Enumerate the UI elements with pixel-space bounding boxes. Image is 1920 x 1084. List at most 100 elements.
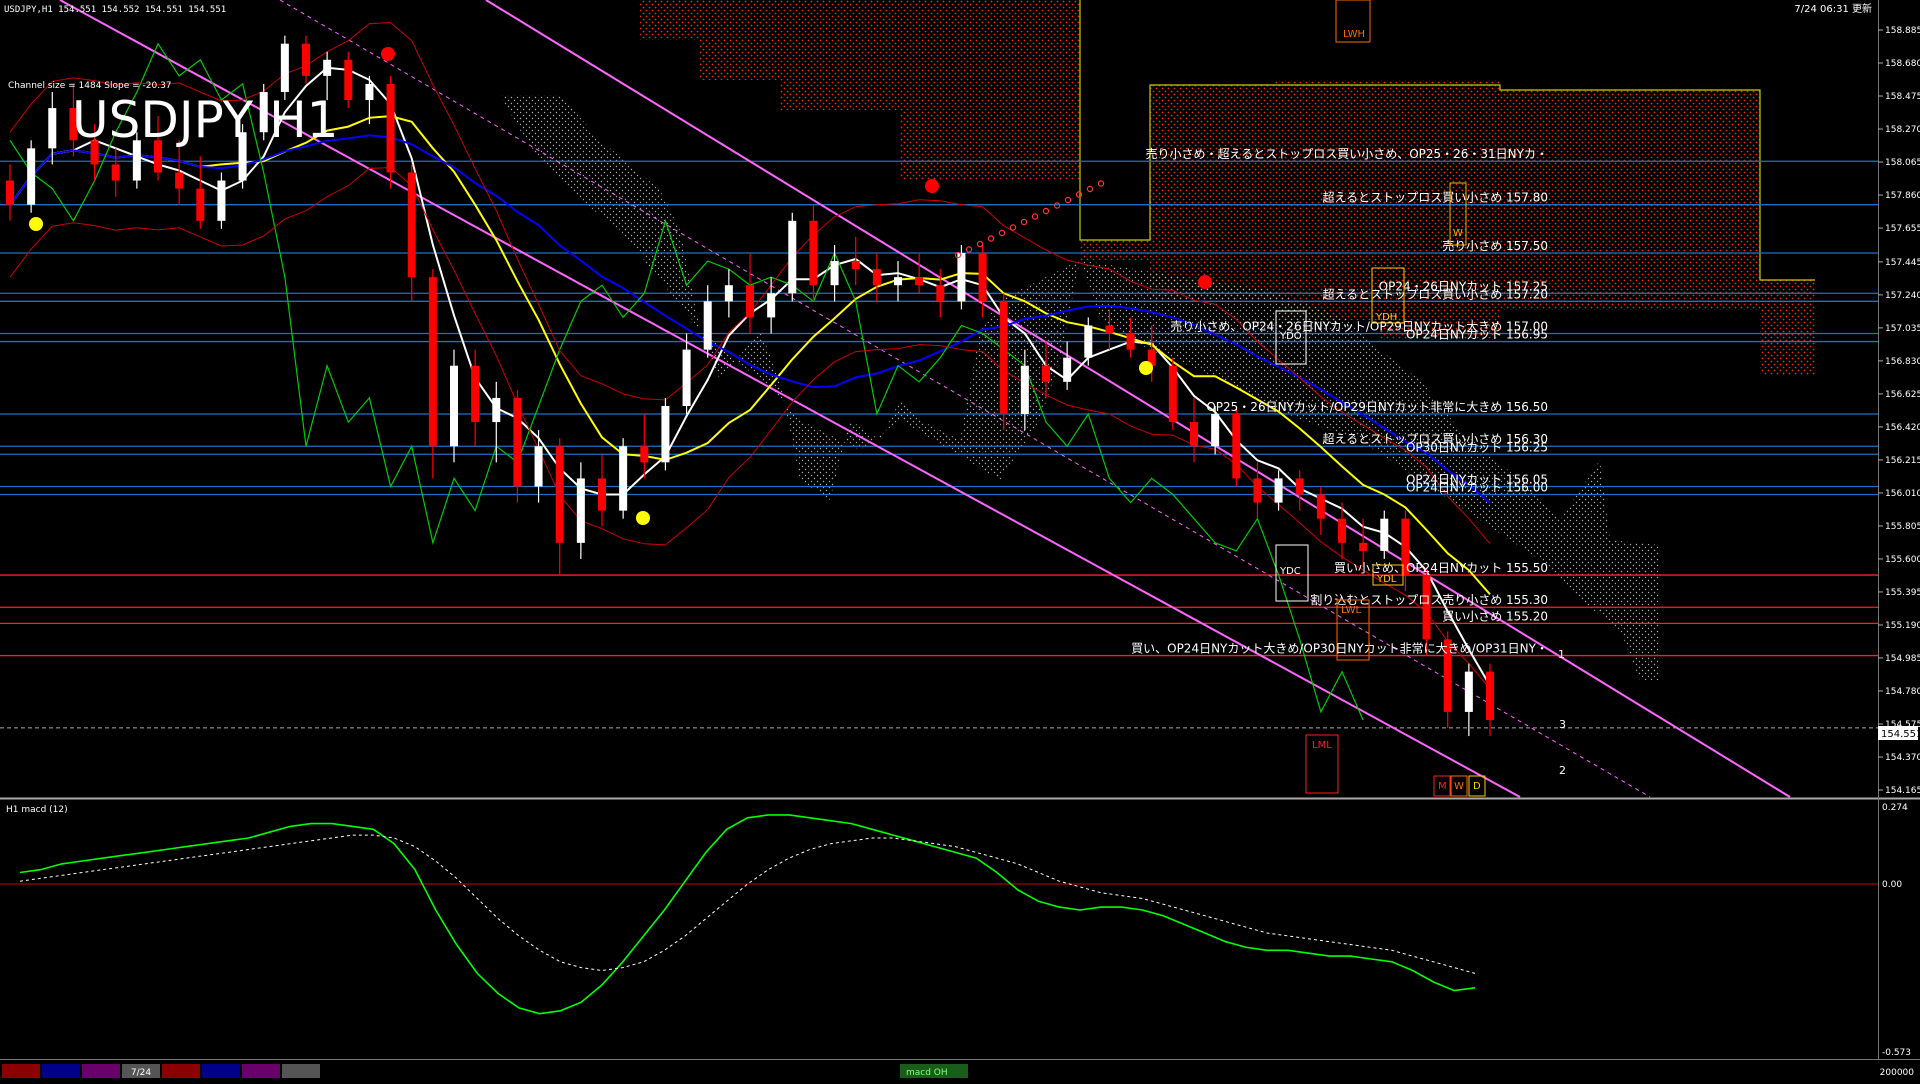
timeframe-tab[interactable] bbox=[242, 1064, 280, 1078]
box-label-w-lower: W bbox=[1454, 781, 1464, 792]
macd-tick-zero: 0.00 bbox=[1882, 880, 1902, 890]
macd-label: H1 macd (12) bbox=[6, 805, 68, 815]
candle-body bbox=[6, 180, 14, 205]
box-label-d: D bbox=[1473, 781, 1481, 792]
candle-body bbox=[1274, 478, 1283, 503]
candle-body bbox=[682, 349, 691, 406]
candle-body bbox=[576, 478, 585, 543]
timeframe-tab[interactable] bbox=[82, 1064, 120, 1078]
channel-mark-2: 2 bbox=[1559, 764, 1566, 777]
current-price-label: 154.551 bbox=[1881, 729, 1920, 740]
box-label-lwl: LWL bbox=[1341, 605, 1362, 616]
sell-signal-icon bbox=[381, 47, 395, 61]
macd-tick-top: 0.274 bbox=[1882, 803, 1908, 813]
timeframe-tab-bar[interactable]: 7/24 bbox=[2, 1064, 320, 1078]
candle-body bbox=[661, 405, 670, 463]
candle-body bbox=[428, 277, 437, 447]
box-label-ydl: YDL bbox=[1376, 574, 1397, 585]
buy-signal-icon bbox=[636, 511, 650, 525]
level-annotation-text: 売り小さめ 157.50 bbox=[1442, 238, 1548, 253]
candle-body bbox=[1253, 478, 1262, 503]
price-tick-label: 155.395 bbox=[1885, 588, 1920, 598]
price-tick-label: 157.445 bbox=[1885, 258, 1920, 268]
price-tick-label: 157.035 bbox=[1885, 324, 1920, 334]
timeframe-tab[interactable] bbox=[202, 1064, 240, 1078]
candle-body bbox=[513, 397, 522, 487]
candle-body bbox=[1316, 494, 1325, 519]
candle-body bbox=[1380, 518, 1389, 551]
status-center-label: macd OH bbox=[906, 1068, 948, 1078]
box-label-ydc: YDC bbox=[1279, 566, 1301, 577]
timeframe-tab[interactable] bbox=[162, 1064, 200, 1078]
symbol-info: USDJPY,H1 154.551 154.552 154.551 154.55… bbox=[4, 5, 226, 15]
candle-body bbox=[280, 43, 289, 92]
candle-body bbox=[1168, 365, 1177, 423]
buy-signal-icon bbox=[29, 217, 43, 231]
candle-body bbox=[1486, 671, 1494, 720]
timeframe-tab[interactable] bbox=[282, 1064, 320, 1078]
timeframe-tab[interactable] bbox=[2, 1064, 40, 1078]
candle-body bbox=[851, 261, 860, 270]
candle-body bbox=[598, 478, 606, 511]
candle-body bbox=[1126, 333, 1135, 350]
candle-body bbox=[534, 446, 543, 487]
level-annotation-text: OP30日NYカット 156.25 bbox=[1406, 440, 1548, 454]
sell-signal-icon bbox=[925, 179, 939, 193]
candle-body bbox=[196, 188, 205, 221]
candle-body bbox=[217, 180, 226, 221]
candle-body bbox=[872, 269, 881, 286]
candle-body bbox=[999, 301, 1008, 415]
candle-body bbox=[48, 108, 57, 149]
level-annotation-text: OP24日NYカット 156.00 bbox=[1406, 481, 1548, 495]
candle-body bbox=[724, 285, 733, 302]
candle-body bbox=[936, 285, 945, 302]
candle-body bbox=[1084, 325, 1093, 358]
candle-body bbox=[957, 253, 966, 302]
macd-panel[interactable] bbox=[0, 800, 1878, 1058]
candle-body bbox=[1105, 325, 1114, 334]
price-tick-label: 156.215 bbox=[1885, 456, 1920, 466]
level-annotation-text: 売り小さめ・超えるとストップロス買い小さめ、OP25・26・31日NYカ・ bbox=[1146, 146, 1548, 161]
level-annotation-text: 買い、OP24日NYカット大きめ/OP30日NYカット非常に大きめ/OP31日N… bbox=[1131, 642, 1548, 656]
price-tick-label: 154.165 bbox=[1885, 786, 1920, 796]
macd-tick-bottom: -0.573 bbox=[1882, 1048, 1911, 1058]
candle-body bbox=[555, 446, 564, 543]
channel-mark-1: 1 bbox=[1558, 648, 1565, 661]
candle-body bbox=[365, 83, 374, 101]
price-tick-label: 157.655 bbox=[1885, 224, 1920, 234]
timeframe-tab-label: 7/24 bbox=[131, 1068, 151, 1078]
candle-body bbox=[894, 277, 902, 286]
candle-body bbox=[302, 43, 310, 76]
price-tick-label: 157.240 bbox=[1885, 291, 1920, 301]
candle-body bbox=[323, 59, 332, 76]
candle-body bbox=[344, 59, 353, 101]
candle-body bbox=[1190, 422, 1198, 447]
candle-body bbox=[767, 293, 776, 318]
chart-big-title: USDJPY H1 bbox=[72, 91, 338, 149]
candle-body bbox=[471, 365, 480, 423]
mt4-chart-window[interactable]: 売り小さめ・超えるとストップロス買い小さめ、OP25・26・31日NYカ・超える… bbox=[0, 0, 1920, 1080]
price-tick-label: 155.805 bbox=[1885, 522, 1920, 532]
candle-body bbox=[1042, 365, 1050, 382]
candle-body bbox=[809, 220, 818, 286]
price-tick-label: 154.370 bbox=[1885, 753, 1920, 763]
candle-body bbox=[407, 172, 416, 278]
sell-signal-icon bbox=[1198, 275, 1212, 289]
level-annotation-text: OP25・26日NYカット/OP29日NYカット非常に大きめ 156.50 bbox=[1206, 400, 1548, 414]
price-tick-label: 158.475 bbox=[1885, 92, 1920, 102]
level-annotation-text: 超えるとストップロス買い小さめ 157.20 bbox=[1323, 286, 1548, 301]
channel-mark-3: 3 bbox=[1559, 718, 1566, 731]
candle-body bbox=[175, 172, 184, 189]
candle-body bbox=[830, 261, 839, 286]
buy-signal-icon bbox=[1139, 361, 1153, 375]
candle-body bbox=[1211, 414, 1220, 447]
channel-info: Channel size = 1484 Slope = -20.37 bbox=[8, 81, 172, 91]
price-tick-label: 158.680 bbox=[1885, 59, 1920, 69]
price-tick-label: 158.885 bbox=[1885, 26, 1920, 36]
box-label-ydh: YDH bbox=[1375, 312, 1397, 323]
price-tick-label: 156.010 bbox=[1885, 489, 1920, 499]
price-tick-label: 154.985 bbox=[1885, 654, 1920, 664]
timeframe-tab[interactable] bbox=[42, 1064, 80, 1078]
level-annotation-text: 買い小さめ 155.20 bbox=[1442, 609, 1548, 623]
level-annotation-text: 超えるとストップロス買い小さめ 157.80 bbox=[1323, 190, 1548, 205]
